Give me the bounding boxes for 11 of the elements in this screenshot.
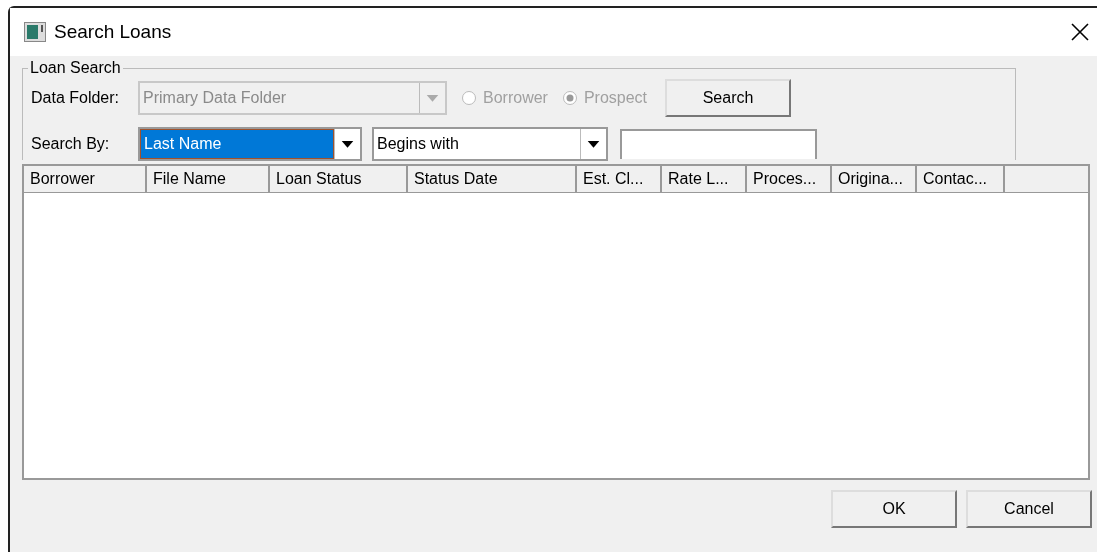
search-by-dropdown[interactable]: Last Name: [138, 127, 362, 161]
app-icon: [24, 22, 46, 42]
close-icon[interactable]: [1071, 23, 1089, 41]
field-label: Search By:: [31, 135, 111, 153]
window-title: Search Loans: [54, 21, 173, 43]
search-field[interactable]: [620, 129, 817, 159]
search-button[interactable]: Search: [665, 79, 792, 117]
dialog-button[interactable]: Cancel: [966, 490, 1092, 528]
operator-dropdown[interactable]: Begins with: [372, 127, 608, 161]
field-label: Data Folder:: [31, 89, 121, 107]
dialog-button[interactable]: OK: [831, 490, 957, 528]
